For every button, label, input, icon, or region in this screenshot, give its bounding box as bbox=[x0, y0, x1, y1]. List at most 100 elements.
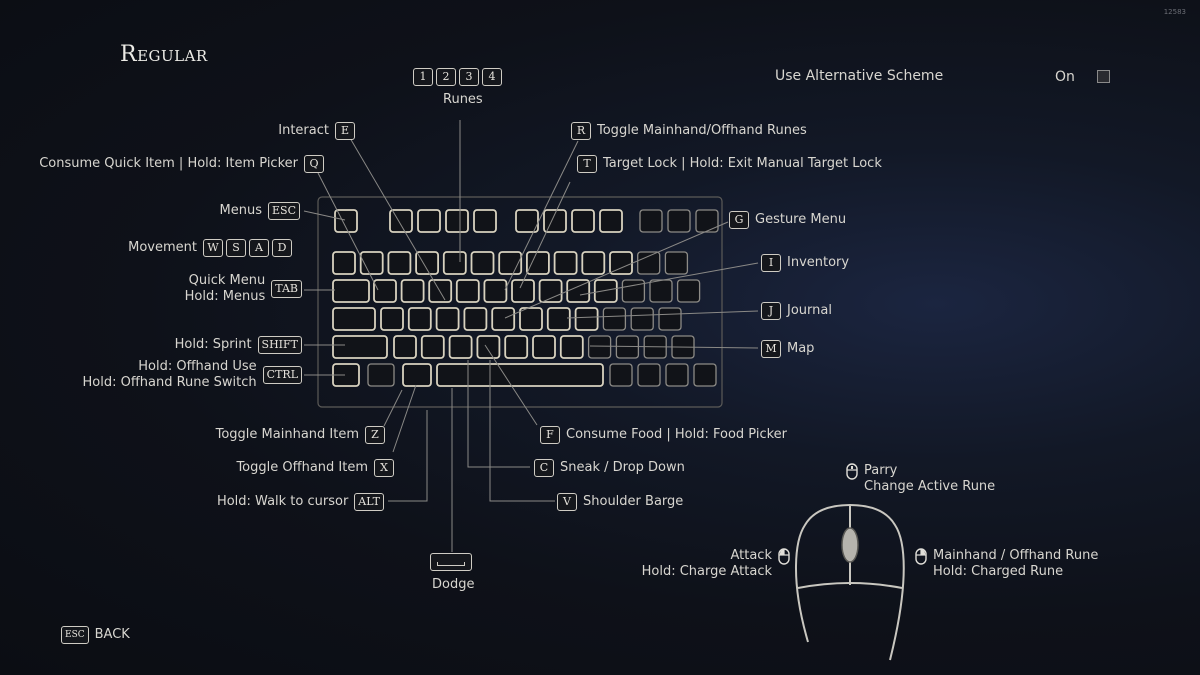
keyboard-key bbox=[587, 335, 612, 359]
binding-label-line: Hold: Charged Rune bbox=[933, 564, 1064, 579]
binding-label-line: Quick Menu bbox=[188, 273, 266, 288]
keyboard-key bbox=[581, 251, 606, 275]
key-esc: ESC bbox=[268, 202, 300, 220]
key-w: W bbox=[203, 239, 223, 257]
key-r: R bbox=[571, 122, 591, 140]
key-rune-4: 4 bbox=[482, 68, 502, 86]
binding-label: Mainhand / Offhand Rune Hold: Charged Ru… bbox=[933, 548, 1098, 580]
keyboard-key bbox=[448, 335, 473, 359]
key-e: E bbox=[335, 122, 355, 140]
binding-label: Toggle Mainhand/Offhand Runes bbox=[597, 123, 807, 138]
keyboard-key bbox=[621, 279, 646, 303]
keyboard-key bbox=[407, 307, 432, 331]
binding-interact: Interact E bbox=[278, 122, 355, 140]
keyboard-key bbox=[473, 209, 497, 233]
keyboard-key bbox=[332, 251, 356, 275]
key-rune-3: 3 bbox=[459, 68, 479, 86]
keyboard-key bbox=[420, 335, 445, 359]
key-j: J bbox=[761, 302, 781, 320]
key-d: D bbox=[272, 239, 292, 257]
binding-consume-quick-item: Consume Quick Item | Hold: Item Picker Q bbox=[39, 155, 324, 173]
keyboard-key bbox=[571, 209, 595, 233]
key-s: S bbox=[226, 239, 246, 257]
keyboard-key bbox=[373, 279, 397, 303]
binding-label: Quick Menu Hold: Menus bbox=[185, 273, 266, 305]
keyboard-key bbox=[463, 307, 488, 331]
binding-label-line: Attack bbox=[730, 548, 772, 563]
binding-label-line: Change Active Rune bbox=[864, 479, 996, 494]
binding-label: Inventory bbox=[787, 255, 850, 270]
key-x: X bbox=[374, 459, 394, 477]
keyboard-key bbox=[387, 251, 412, 275]
binding-journal: J Journal bbox=[761, 302, 832, 320]
key-c: C bbox=[534, 459, 554, 477]
back-label: BACK bbox=[94, 627, 130, 642]
key-t: T bbox=[577, 155, 597, 173]
keyboard-key bbox=[445, 209, 469, 233]
keyboard-key bbox=[664, 251, 689, 275]
keyboard-key bbox=[609, 363, 633, 387]
keyboard-key bbox=[526, 251, 550, 275]
line-z bbox=[383, 389, 403, 427]
binding-label-line: Hold: Menus bbox=[184, 289, 266, 304]
key-i: I bbox=[761, 254, 781, 272]
binding-label-line: Hold: Offhand Use bbox=[138, 359, 257, 374]
binding-offhand-use: Hold: Offhand Use Hold: Offhand Rune Swi… bbox=[82, 359, 302, 391]
binding-consume-food: F Consume Food | Hold: Food Picker bbox=[540, 426, 787, 444]
keyboard-key bbox=[380, 307, 404, 331]
keyboard-key bbox=[532, 335, 556, 359]
key-alt: ALT bbox=[354, 493, 384, 511]
dodge-label: Dodge bbox=[432, 577, 475, 592]
key-a: A bbox=[249, 239, 269, 257]
binding-mouse-middle: Parry Change Active Rune bbox=[846, 463, 995, 495]
binding-toggle-runes: R Toggle Mainhand/Offhand Runes bbox=[571, 122, 807, 140]
binding-label: Hold: Walk to cursor bbox=[216, 494, 349, 509]
binding-label: Target Lock | Hold: Exit Manual Target L… bbox=[603, 156, 882, 171]
keyboard-key bbox=[504, 335, 529, 359]
binding-label: Journal bbox=[787, 303, 832, 318]
keyboard-key bbox=[649, 279, 673, 303]
keyboard-key bbox=[665, 363, 689, 387]
keyboard-key bbox=[553, 251, 578, 275]
keyboard-key bbox=[630, 307, 654, 331]
key-q: Q bbox=[304, 155, 324, 173]
binding-label: Movement bbox=[128, 240, 197, 255]
binding-sprint: Hold: Sprint SHIFT bbox=[175, 336, 302, 354]
space-bar-icon bbox=[437, 562, 465, 566]
keyboard-key bbox=[436, 363, 604, 387]
binding-label: Shoulder Barge bbox=[583, 494, 684, 509]
runes-label: Runes bbox=[443, 92, 483, 107]
keyboard-key bbox=[637, 251, 661, 275]
mouse-middle-icon bbox=[846, 463, 858, 480]
binding-label: Map bbox=[787, 341, 815, 356]
line-x bbox=[392, 384, 417, 453]
binding-sneak: C Sneak / Drop Down bbox=[534, 459, 685, 477]
keyboard-key bbox=[519, 307, 543, 331]
binding-label: Parry Change Active Rune bbox=[864, 463, 995, 495]
binding-label: Gesture Menu bbox=[755, 212, 847, 227]
back-button[interactable]: ESC BACK bbox=[61, 626, 130, 644]
key-rune-2: 2 bbox=[436, 68, 456, 86]
key-v: V bbox=[557, 493, 577, 511]
binding-label: Hold: Offhand Use Hold: Offhand Rune Swi… bbox=[82, 359, 256, 391]
key-shift: SHIFT bbox=[257, 336, 302, 354]
mouse-left-icon bbox=[778, 548, 790, 565]
keyboard-key bbox=[483, 279, 508, 303]
binding-target-lock: T Target Lock | Hold: Exit Manual Target… bbox=[577, 155, 882, 173]
keyboard-key bbox=[415, 251, 440, 275]
binding-movement: Movement W S A D bbox=[128, 239, 292, 257]
binding-label: Consume Quick Item | Hold: Item Picker bbox=[39, 156, 298, 171]
keyboard-key bbox=[511, 279, 535, 303]
keyboard-keys bbox=[332, 209, 719, 387]
keyboard-key bbox=[695, 209, 719, 233]
binding-label-line: Hold: Offhand Rune Switch bbox=[82, 375, 257, 390]
key-ctrl: CTRL bbox=[262, 366, 302, 384]
key-rune-1: 1 bbox=[413, 68, 433, 86]
keyboard-key bbox=[637, 363, 661, 387]
keyboard-key bbox=[402, 363, 432, 387]
binding-map: M Map bbox=[761, 340, 814, 358]
keyboard-key bbox=[393, 335, 417, 359]
keyboard-key bbox=[455, 279, 480, 303]
binding-mouse-right: Mainhand / Offhand Rune Hold: Charged Ru… bbox=[915, 548, 1098, 580]
keyboard-key bbox=[435, 307, 460, 331]
